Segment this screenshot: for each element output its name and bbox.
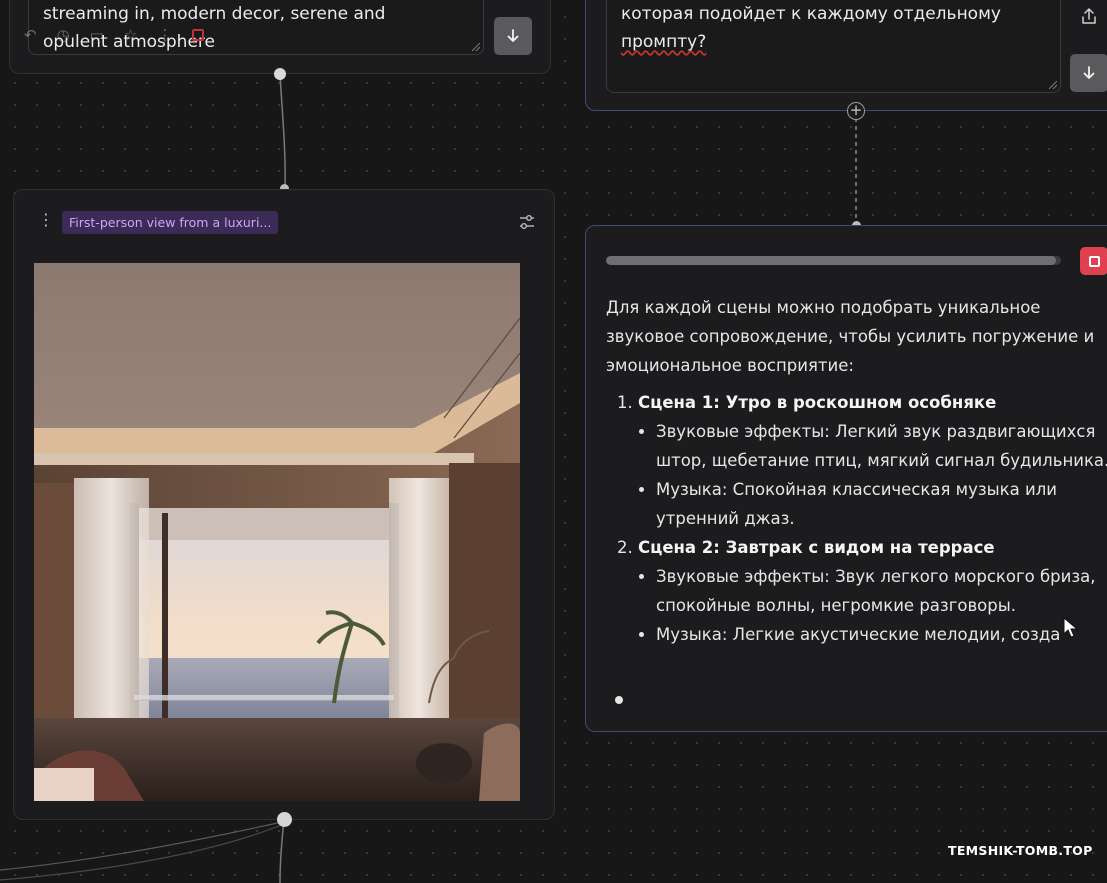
generated-image[interactable] [34, 263, 520, 801]
scene-title: Сцена 1: Утро в роскошном особняке [638, 393, 997, 412]
image-output-port[interactable] [277, 812, 292, 827]
history-icon[interactable]: ◷ [57, 26, 70, 44]
add-node-plus-icon[interactable]: + [847, 102, 865, 120]
scene-detail: Звуковые эффекты: Звук легкого морского … [656, 562, 1107, 620]
watermark-text: TEMSHIK-TOMB.TOP [948, 843, 1093, 858]
kebab-menu-icon[interactable]: ⋮ [38, 212, 54, 228]
stop-generation-button[interactable] [1080, 247, 1107, 275]
scene-title: Сцена 2: Завтрак с видом на террасе [638, 538, 995, 557]
response-intro: Для каждой сцены можно подобрать уникаль… [606, 298, 1095, 375]
stop-icon [1088, 255, 1100, 267]
sliders-icon[interactable] [518, 214, 536, 230]
interior-scene-illustration [34, 263, 520, 801]
scene-detail: Музыка: Легкие акустические мелодии, соз… [656, 620, 1107, 649]
arrow-down-icon [507, 29, 519, 42]
scene-detail: Звуковые эффекты: Легкий звук раздвигающ… [656, 417, 1107, 475]
image-node-title: First-person view from a luxuri... [62, 211, 279, 234]
question-text-line2: промпту? [621, 32, 707, 52]
prompt-submit-button[interactable] [494, 17, 532, 55]
prompt-output-port[interactable] [274, 68, 286, 80]
image-node[interactable]: ⋮ First-person view from a luxuri... [13, 189, 555, 820]
question-node[interactable]: которая подойдет к каждому отдельному пр… [585, 0, 1107, 111]
flow-canvas[interactable]: streaming in, modern decor, serene and o… [0, 0, 1107, 883]
share-icon[interactable] [1081, 7, 1097, 25]
undo-icon[interactable]: ↶ [24, 26, 37, 44]
response-text: Для каждой сцены можно подобрать уникаль… [606, 293, 1107, 649]
stop-icon[interactable] [192, 29, 205, 41]
mouse-cursor-icon [1063, 617, 1079, 638]
question-textarea[interactable]: которая подойдет к каждому отдельному пр… [606, 0, 1061, 93]
resize-grip-icon[interactable] [1049, 81, 1057, 89]
floating-toolbar[interactable]: ↶ ◷ ▭ ☆ ⋮ [24, 26, 205, 44]
prompt-text-line1: streaming in, modern decor, serene and [43, 4, 386, 24]
scene-details: Звуковые эффекты: Звук легкого морского … [638, 562, 1107, 649]
scene-list: Сцена 1: Утро в роскошном особняке Звуко… [606, 388, 1107, 649]
scene-item: Сцена 1: Утро в роскошном особняке Звуко… [638, 388, 1107, 533]
response-node[interactable]: Для каждой сцены можно подобрать уникаль… [585, 225, 1107, 732]
star-icon[interactable]: ☆ [124, 26, 137, 44]
arrow-down-icon [1083, 66, 1095, 79]
copy-icon[interactable]: ▭ [90, 26, 104, 44]
question-submit-button[interactable] [1070, 54, 1107, 92]
scene-item: Сцена 2: Завтрак с видом на террасе Звук… [638, 533, 1107, 649]
more-icon[interactable]: ⋮ [157, 26, 172, 44]
generation-progress-bar [606, 256, 1061, 265]
scene-details: Звуковые эффекты: Легкий звук раздвигающ… [638, 417, 1107, 533]
resize-grip-icon[interactable] [472, 43, 480, 51]
progress-fill [606, 256, 1057, 265]
typing-indicator-dot [615, 696, 623, 704]
scene-detail: Музыка: Спокойная классическая музыка ил… [656, 475, 1107, 533]
question-text-line1: которая подойдет к каждому отдельному [621, 4, 1001, 24]
